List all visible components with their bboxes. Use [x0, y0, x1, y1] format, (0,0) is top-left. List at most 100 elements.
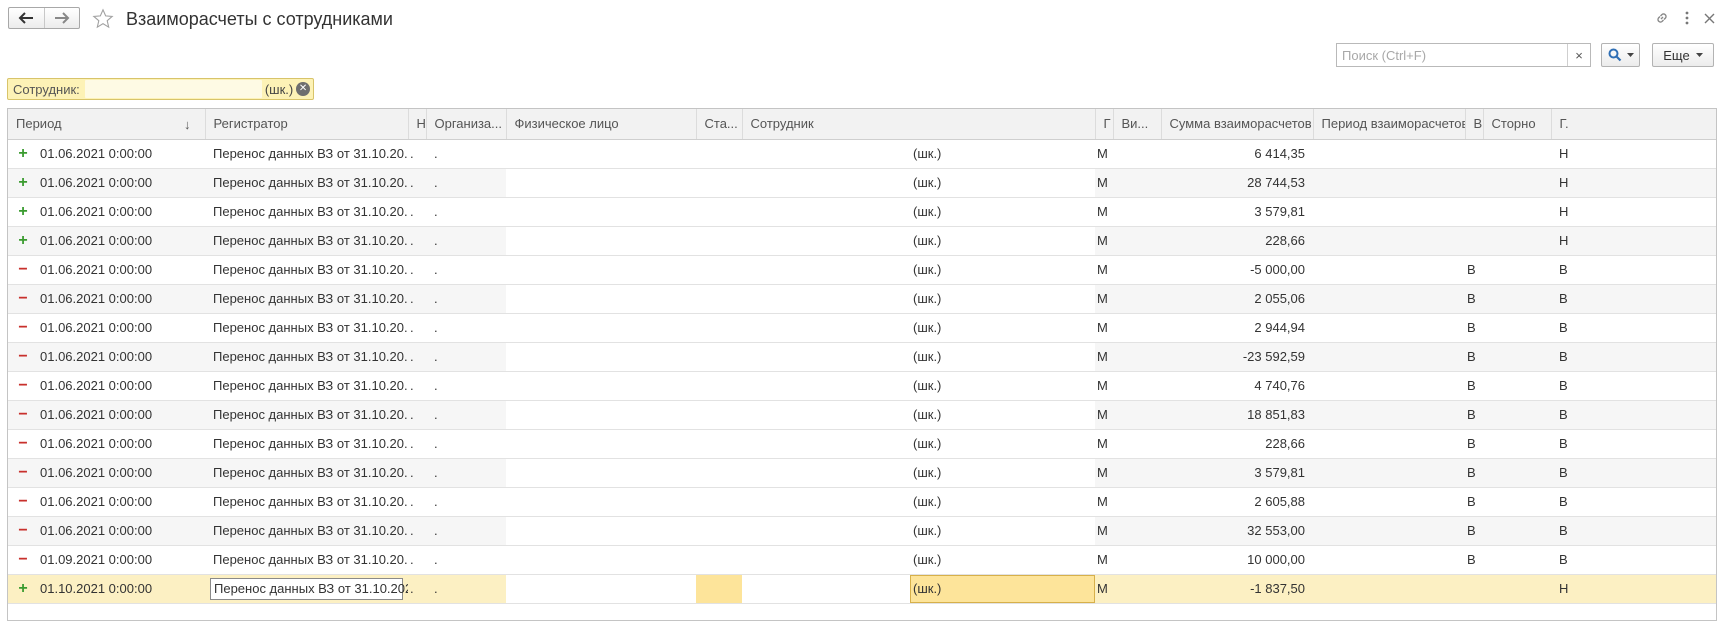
col-period[interactable]: Период ↓ [8, 109, 206, 140]
cell-storno[interactable] [1483, 516, 1551, 546]
cell-storno[interactable] [1483, 226, 1551, 256]
cell-type[interactable] [1113, 226, 1161, 256]
cell-type[interactable] [1113, 487, 1161, 517]
cell-g[interactable]: М [1095, 313, 1113, 343]
cell-settlement-period[interactable] [1313, 284, 1465, 314]
cell-status[interactable] [696, 226, 742, 256]
cell-h[interactable]: . [408, 574, 426, 604]
col-g[interactable]: Г [1095, 109, 1114, 140]
table-row[interactable]: −01.06.2021 0:00:00 Перенос данных ВЗ от … [8, 313, 1716, 343]
col-v[interactable]: В [1465, 109, 1484, 140]
cell-organization[interactable]: . [426, 400, 506, 430]
cell-g[interactable]: М [1095, 516, 1113, 546]
cell-status[interactable] [696, 574, 742, 604]
cell-settlement-period[interactable] [1313, 342, 1465, 372]
cell-period[interactable]: −01.06.2021 0:00:00 [8, 313, 205, 343]
cell-individual[interactable] [506, 255, 696, 285]
cell-type[interactable] [1113, 168, 1161, 198]
star-icon[interactable] [92, 8, 114, 30]
cell-storno[interactable] [1483, 545, 1551, 575]
cell-sum[interactable]: 6 414,35 [1161, 139, 1313, 169]
table-row[interactable]: −01.06.2021 0:00:00 Перенос данных ВЗ от … [8, 487, 1716, 517]
cell-g[interactable]: М [1095, 487, 1113, 517]
table-row[interactable]: −01.06.2021 0:00:00 Перенос данных ВЗ от … [8, 284, 1716, 314]
col-type[interactable]: Ви... [1113, 109, 1162, 140]
cell-status[interactable] [696, 458, 742, 488]
cell-storno[interactable] [1483, 197, 1551, 227]
cell-type[interactable] [1113, 371, 1161, 401]
cell-period[interactable]: +01.06.2021 0:00:00 [8, 139, 205, 169]
cell-storno[interactable] [1483, 458, 1551, 488]
cell-type[interactable] [1113, 197, 1161, 227]
cell-organization[interactable]: . [426, 371, 506, 401]
cell-h[interactable]: . [408, 168, 426, 198]
cell-last[interactable]: Н [1551, 139, 1716, 169]
cell-organization[interactable]: . [426, 516, 506, 546]
cell-status[interactable] [696, 400, 742, 430]
cell-h[interactable]: . [408, 342, 426, 372]
cell-v[interactable]: В [1465, 284, 1483, 314]
cell-settlement-period[interactable] [1313, 226, 1465, 256]
cell-individual[interactable] [506, 197, 696, 227]
cell-h[interactable]: . [408, 545, 426, 575]
cell-registrar[interactable]: Перенос данных ВЗ от 31.10.20... [205, 168, 408, 198]
cell-h[interactable]: . [408, 255, 426, 285]
search-options-button[interactable] [1601, 43, 1640, 67]
cell-g[interactable]: М [1095, 139, 1113, 169]
cell-period[interactable]: +01.06.2021 0:00:00 [8, 226, 205, 256]
cell-type[interactable] [1113, 429, 1161, 459]
cell-v[interactable]: В [1465, 429, 1483, 459]
cell-last[interactable]: В [1551, 400, 1716, 430]
cell-employee[interactable]: (шк.) [742, 458, 1095, 488]
cell-individual[interactable] [506, 371, 696, 401]
cell-last[interactable]: Н [1551, 197, 1716, 227]
cell-settlement-period[interactable] [1313, 400, 1465, 430]
cell-employee[interactable]: (шк.) [742, 400, 1095, 430]
cell-last[interactable]: Н [1551, 226, 1716, 256]
cell-last[interactable]: В [1551, 342, 1716, 372]
cell-last[interactable]: В [1551, 516, 1716, 546]
cell-v[interactable]: В [1465, 342, 1483, 372]
table-row[interactable]: +01.10.2021 0:00:00 Перенос данных ВЗ от … [8, 574, 1716, 604]
cell-registrar[interactable]: Перенос данных ВЗ от 31.10.20... [205, 284, 408, 314]
cell-settlement-period[interactable] [1313, 313, 1465, 343]
cell-individual[interactable] [506, 487, 696, 517]
cell-type[interactable] [1113, 139, 1161, 169]
table-row[interactable]: +01.06.2021 0:00:00 Перенос данных ВЗ от … [8, 197, 1716, 227]
table-row[interactable]: −01.06.2021 0:00:00 Перенос данных ВЗ от … [8, 371, 1716, 401]
cell-settlement-period[interactable] [1313, 139, 1465, 169]
cell-v[interactable] [1465, 574, 1483, 604]
cell-period[interactable]: −01.06.2021 0:00:00 [8, 516, 205, 546]
cell-registrar[interactable]: Перенос данных ВЗ от 31.10.20... [205, 197, 408, 227]
table-row[interactable]: −01.06.2021 0:00:00 Перенос данных ВЗ от … [8, 458, 1716, 488]
cell-last[interactable]: В [1551, 313, 1716, 343]
cell-h[interactable]: . [408, 197, 426, 227]
cell-registrar[interactable]: Перенос данных ВЗ от 31.10.20... [205, 516, 408, 546]
cell-sum[interactable]: 2 605,88 [1161, 487, 1313, 517]
cell-period[interactable]: +01.10.2021 0:00:00 [8, 574, 205, 604]
table-row[interactable]: −01.06.2021 0:00:00 Перенос данных ВЗ от … [8, 400, 1716, 430]
cell-h[interactable]: . [408, 313, 426, 343]
cell-type[interactable] [1113, 284, 1161, 314]
cell-last[interactable]: В [1551, 545, 1716, 575]
cell-registrar[interactable]: Перенос данных ВЗ от 31.10.20... [205, 313, 408, 343]
cell-status[interactable] [696, 516, 742, 546]
cell-employee[interactable]: (шк.) [742, 371, 1095, 401]
col-organization[interactable]: Организа... [426, 109, 507, 140]
cell-settlement-period[interactable] [1313, 545, 1465, 575]
forward-button[interactable] [43, 8, 80, 28]
link-icon[interactable] [1654, 10, 1670, 26]
cell-individual[interactable] [506, 429, 696, 459]
cell-individual[interactable] [506, 574, 696, 604]
cell-organization[interactable]: . [426, 226, 506, 256]
table-row[interactable]: −01.06.2021 0:00:00 Перенос данных ВЗ от … [8, 429, 1716, 459]
cell-v[interactable] [1465, 197, 1483, 227]
cell-type[interactable] [1113, 458, 1161, 488]
cell-settlement-period[interactable] [1313, 516, 1465, 546]
back-button[interactable] [9, 8, 44, 28]
cell-h[interactable]: . [408, 284, 426, 314]
cell-g[interactable]: М [1095, 574, 1113, 604]
cell-storno[interactable] [1483, 574, 1551, 604]
filter-value[interactable] [84, 80, 262, 98]
cell-sum[interactable]: -1 837,50 [1161, 574, 1313, 604]
